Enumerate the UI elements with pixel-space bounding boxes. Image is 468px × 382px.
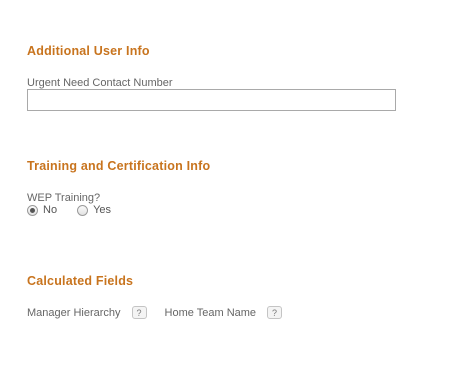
wep-training-option-yes[interactable]: Yes	[77, 204, 111, 216]
radio-label-no: No	[43, 204, 58, 216]
urgent-contact-input[interactable]	[27, 89, 396, 111]
radio-unselected-icon[interactable]	[77, 204, 89, 216]
manager-hierarchy-label: Manager Hierarchy	[27, 306, 121, 319]
calculated-fields-row: Manager Hierarchy ? Home Team Name ?	[27, 306, 283, 319]
training-certification-heading: Training and Certification Info	[27, 159, 211, 173]
wep-training-radio-group: No Yes	[27, 204, 111, 216]
manager-hierarchy-help-icon[interactable]: ?	[131, 306, 147, 319]
home-team-name-help-icon[interactable]: ?	[267, 306, 283, 319]
urgent-contact-label: Urgent Need Contact Number	[27, 77, 173, 89]
radio-selected-icon[interactable]	[27, 204, 38, 216]
wep-training-option-no[interactable]: No	[27, 204, 57, 216]
wep-training-label: WEP Training?	[27, 192, 101, 204]
radio-label-yes: Yes	[93, 204, 112, 216]
calculated-fields-heading: Calculated Fields	[27, 274, 134, 288]
additional-user-info-heading: Additional User Info	[27, 44, 150, 58]
home-team-name-label: Home Team Name	[164, 306, 257, 319]
